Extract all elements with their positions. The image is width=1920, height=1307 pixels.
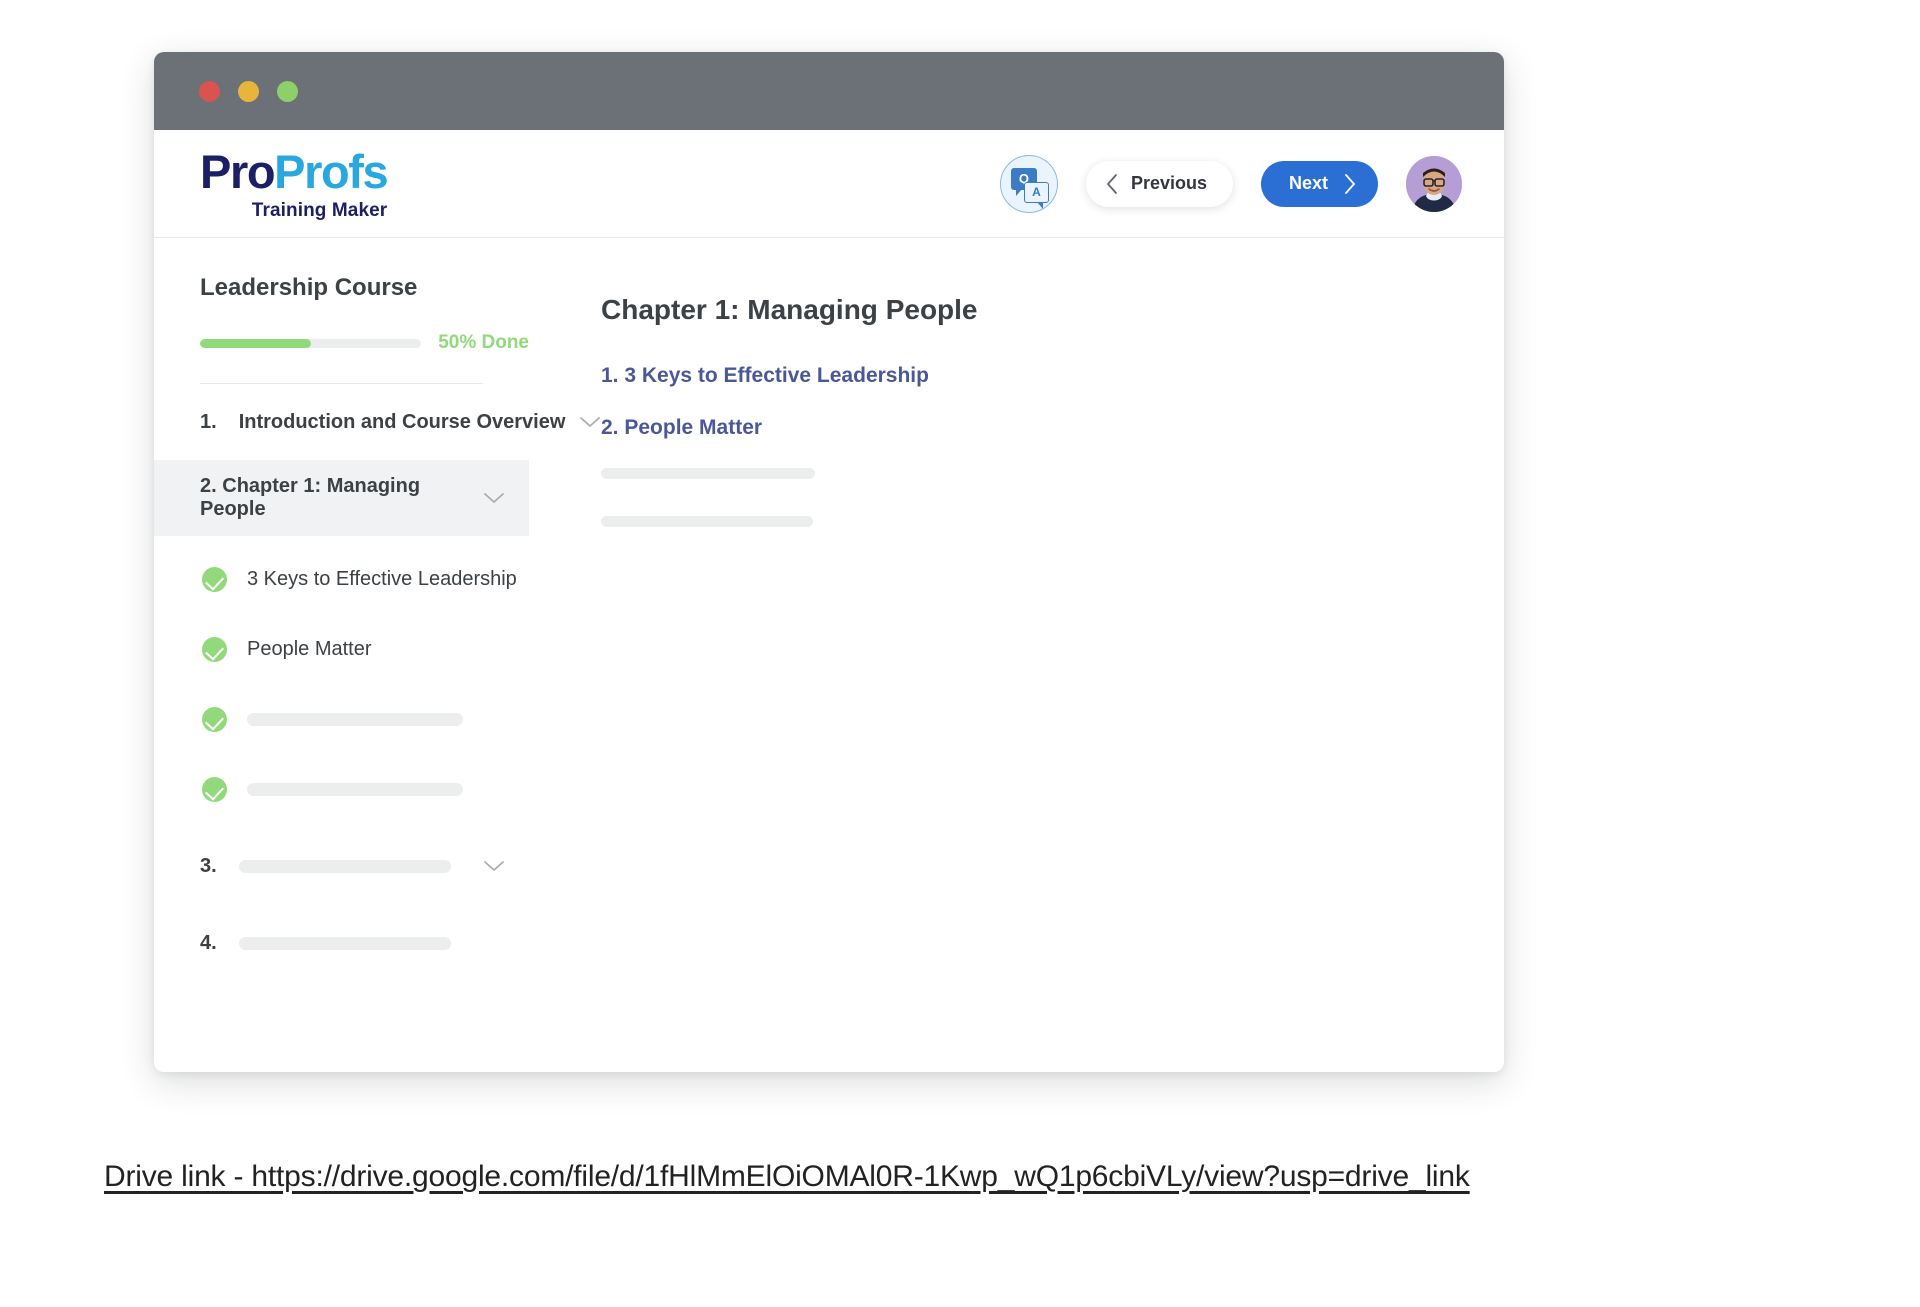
redacted-placeholder	[247, 782, 463, 796]
sidebar-item-3-number: 3.	[200, 854, 217, 877]
redacted-placeholder	[238, 936, 451, 950]
previous-button[interactable]: Previous	[1085, 160, 1233, 207]
lesson-link-1[interactable]: 1. 3 Keys to Effective Leadership	[601, 364, 1504, 388]
logo-subtitle: Training Maker	[251, 199, 388, 221]
list-item[interactable]: 3 Keys to Effective Leadership	[154, 544, 529, 614]
sidebar-item-1-label: Introduction and Course Overview	[238, 410, 566, 433]
minimize-window-button[interactable]	[238, 80, 259, 102]
proprofs-logo[interactable]: ProProfs Training Maker	[200, 144, 389, 221]
chevron-right-icon	[1345, 173, 1355, 194]
redacted-placeholder	[238, 859, 451, 873]
lesson-link-2[interactable]: 2. People Matter	[601, 416, 1504, 440]
browser-window: ProProfs Training Maker Q A Previous Nex…	[154, 52, 1504, 1072]
drive-link-caption[interactable]: Drive link - https://drive.google.com/fi…	[104, 1160, 1470, 1194]
logo-text-pro: Pro	[200, 144, 276, 198]
list-item[interactable]	[154, 684, 529, 754]
window-titlebar	[154, 52, 1504, 130]
sidebar-item-2[interactable]: 2. Chapter 1: Managing People	[154, 460, 529, 536]
avatar[interactable]	[1406, 155, 1462, 212]
sidebar-item-2-label: 2. Chapter 1: Managing People	[200, 475, 421, 520]
course-title: Leadership Course	[200, 274, 418, 301]
sidebar-item-3[interactable]: 3.	[154, 824, 529, 908]
sublesson-label: People Matter	[247, 637, 372, 660]
next-button-label: Next	[1288, 173, 1328, 193]
app-header: ProProfs Training Maker Q A Previous Nex…	[154, 130, 1504, 238]
page-title: Chapter 1: Managing People	[601, 294, 978, 325]
qa-icon[interactable]: Q A	[999, 154, 1058, 213]
sidebar-item-4-number: 4.	[200, 931, 217, 954]
check-circle-icon	[202, 566, 227, 592]
next-button[interactable]: Next	[1260, 160, 1378, 207]
sidebar-item-4[interactable]: 4.	[154, 908, 529, 978]
check-circle-icon	[202, 776, 227, 802]
sublesson-label: 3 Keys to Effective Leadership	[247, 567, 517, 590]
sidebar-item-1-number: 1.	[200, 410, 217, 433]
header-actions: Q A Previous Next	[999, 154, 1462, 213]
course-progress: 50% Done	[200, 332, 529, 354]
lesson-content: Chapter 1: Managing People 1. 3 Keys to …	[529, 238, 1504, 1072]
previous-button-label: Previous	[1130, 173, 1207, 193]
progress-bar-track	[200, 338, 422, 348]
chevron-left-icon	[1107, 173, 1117, 194]
maximize-window-button[interactable]	[277, 80, 298, 102]
list-item[interactable]: People Matter	[154, 614, 529, 684]
chevron-down-icon[interactable]	[483, 860, 505, 873]
answer-bubble-icon: A	[1023, 181, 1049, 209]
redacted-placeholder	[601, 516, 813, 527]
check-circle-icon	[202, 636, 227, 662]
progress-label: 50% Done	[438, 332, 529, 353]
sublesson-list: 3 Keys to Effective Leadership People Ma…	[154, 536, 529, 824]
chevron-down-icon[interactable]	[579, 416, 601, 429]
app-body: Leadership Course 50% Done 1. Introducti…	[154, 238, 1504, 1072]
chevron-down-icon[interactable]	[483, 492, 505, 505]
redacted-placeholder	[601, 468, 815, 479]
progress-bar-fill	[200, 338, 311, 348]
check-circle-icon	[202, 706, 227, 732]
close-window-button[interactable]	[199, 80, 220, 102]
redacted-placeholder	[247, 712, 463, 726]
logo-text-profs: Profs	[274, 144, 389, 198]
sidebar-item-1[interactable]: 1. Introduction and Course Overview	[154, 384, 601, 460]
avatar-photo	[1406, 155, 1462, 212]
list-item[interactable]	[154, 754, 529, 824]
course-sidebar: Leadership Course 50% Done 1. Introducti…	[154, 238, 601, 1072]
